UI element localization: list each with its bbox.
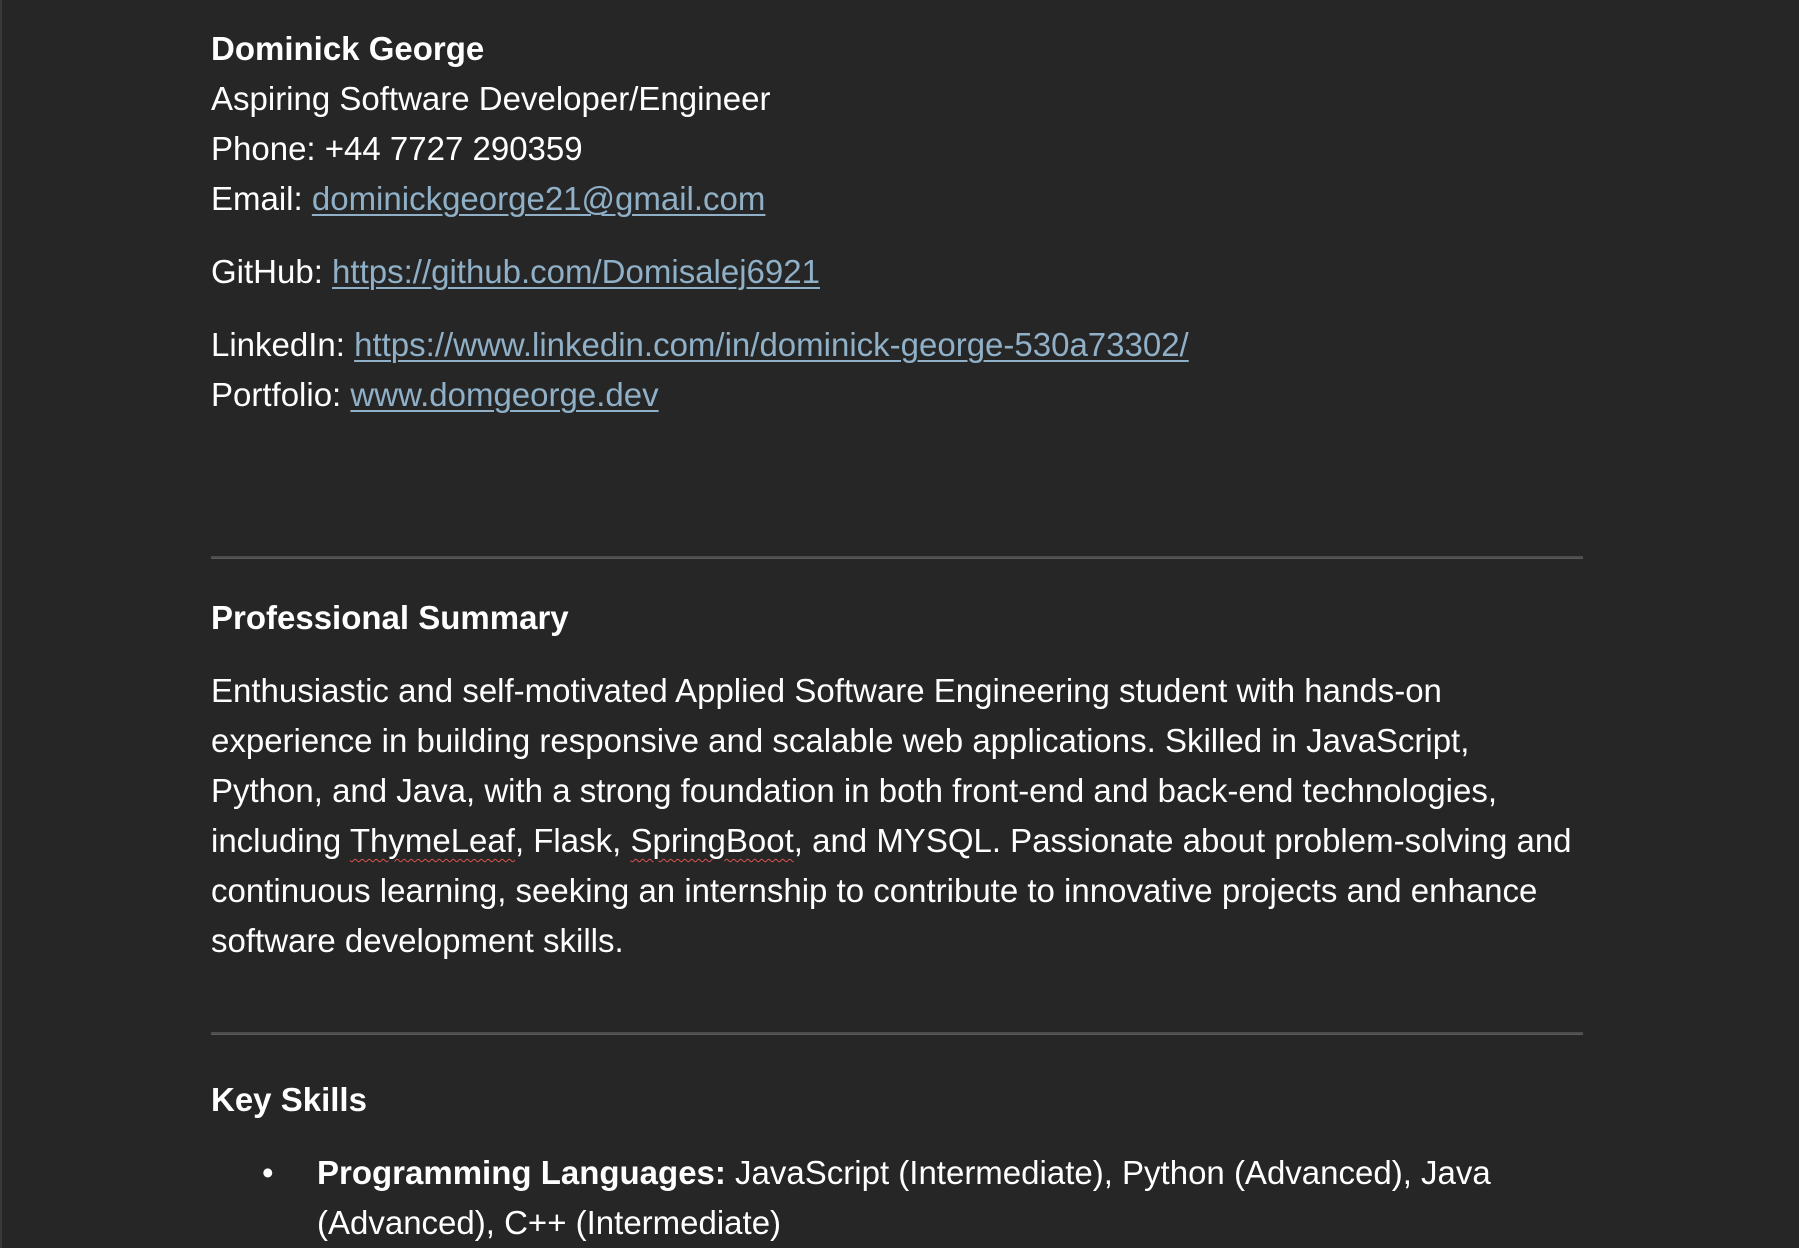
spellcheck-word-springboot[interactable]: SpringBoot: [630, 822, 793, 859]
section-divider: [211, 1032, 1583, 1035]
section-divider: [211, 556, 1583, 559]
summary-section: Professional Summary Enthusiastic and se…: [211, 593, 1583, 966]
summary-paragraph: Enthusiastic and self-motivated Applied …: [211, 666, 1583, 966]
candidate-name: Dominick George: [211, 30, 485, 67]
linkedin-label: LinkedIn:: [211, 326, 355, 363]
skills-heading: Key Skills: [211, 1081, 367, 1118]
portfolio-link[interactable]: www.domgeorge.dev: [350, 376, 658, 413]
skills-list: • Programming Languages: JavaScript (Int…: [211, 1148, 1583, 1248]
spellcheck-word-thymeleaf[interactable]: ThymeLeaf: [350, 822, 515, 859]
skill-label: Programming Languages:: [317, 1154, 726, 1191]
email-line: Email: dominickgeorge21@gmail.com: [211, 174, 1583, 224]
email-link[interactable]: dominickgeorge21@gmail.com: [312, 180, 766, 217]
window-edge: [0, 0, 2, 1248]
phone-line: Phone: +44 7727 290359: [211, 124, 1583, 174]
github-line: GitHub: https://github.com/Domisalej6921: [211, 247, 1583, 297]
portfolio-label: Portfolio:: [211, 376, 351, 413]
portfolio-line: Portfolio: www.domgeorge.dev: [211, 370, 1583, 420]
list-item: • Programming Languages: JavaScript (Int…: [211, 1148, 1583, 1248]
contact-section: Dominick George Aspiring Software Develo…: [211, 24, 1583, 420]
summary-heading: Professional Summary: [211, 599, 569, 636]
linkedin-line: LinkedIn: https://www.linkedin.com/in/do…: [211, 320, 1583, 370]
email-label: Email:: [211, 180, 312, 217]
skills-section: Key Skills • Programming Languages: Java…: [211, 1075, 1583, 1248]
document-page[interactable]: Dominick George Aspiring Software Develo…: [211, 24, 1583, 1248]
linkedin-link[interactable]: https://www.linkedin.com/in/dominick-geo…: [354, 326, 1189, 363]
github-link[interactable]: https://github.com/Domisalej6921: [332, 253, 820, 290]
summary-text-part-2: , Flask,: [514, 822, 631, 859]
candidate-title: Aspiring Software Developer/Engineer: [211, 80, 771, 117]
phone-label: Phone:: [211, 130, 325, 167]
bullet-icon: •: [262, 1154, 274, 1191]
phone-value: +44 7727 290359: [324, 130, 583, 167]
github-label: GitHub:: [211, 253, 333, 290]
